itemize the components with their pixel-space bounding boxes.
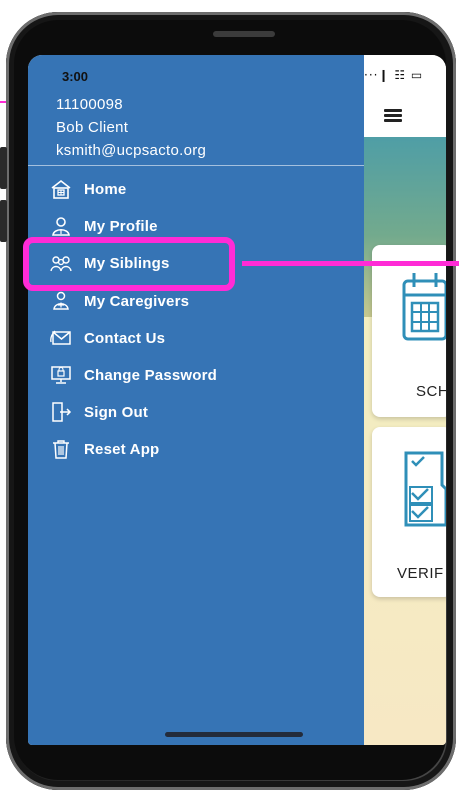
app-status-bar: ···❙ ☷ ▭ — [364, 55, 446, 95]
home-indicator[interactable] — [165, 732, 303, 737]
profile-icon — [50, 215, 72, 237]
app-header — [364, 95, 446, 137]
drawer-divider — [28, 165, 364, 166]
menu-item-home[interactable]: Home — [50, 175, 126, 203]
annotation-callout-line — [242, 261, 459, 266]
volume-up-button — [0, 147, 7, 189]
phone-speaker — [213, 31, 275, 37]
status-icons: ···❙ ☷ ▭ — [364, 68, 424, 82]
schedule-card-label: SCH — [416, 383, 446, 400]
trash-icon — [50, 438, 72, 460]
menu-item-label: Sign Out — [84, 403, 149, 421]
menu-item-sign-out[interactable]: Sign Out — [50, 398, 148, 426]
phone-screen: ···❙ ☷ ▭ SCH VERIF 3:00 11100098 Bob Cli… — [28, 55, 446, 745]
navigation-drawer: 3:00 11100098 Bob Client ksmith@ucpsacto… — [28, 55, 364, 745]
menu-item-label: Home — [84, 180, 127, 198]
menu-item-change-password[interactable]: Change Password — [50, 361, 217, 389]
volume-down-button — [0, 200, 7, 242]
checklist-icon — [404, 451, 446, 527]
menu-item-reset-app[interactable]: Reset App — [50, 435, 159, 463]
user-name: Bob Client — [56, 119, 129, 136]
status-time: 3:00 — [62, 69, 89, 84]
menu-item-contact-us[interactable]: Contact Us — [50, 324, 165, 352]
computer-icon — [50, 364, 72, 386]
verify-card[interactable]: VERIF — [372, 427, 446, 597]
sign-out-icon — [50, 401, 72, 423]
hamburger-menu-icon[interactable] — [384, 109, 402, 123]
verify-card-label: VERIF — [397, 565, 444, 582]
menu-item-label: Change Password — [84, 366, 218, 384]
phone-mockup-stage: ···❙ ☷ ▭ SCH VERIF 3:00 11100098 Bob Cli… — [0, 0, 459, 798]
mail-icon — [50, 327, 72, 349]
calendar-icon — [402, 273, 446, 341]
schedule-card[interactable]: SCH — [372, 245, 446, 417]
home-icon — [50, 178, 72, 200]
user-id: 11100098 — [56, 96, 123, 113]
menu-item-label: My Caregivers — [84, 292, 190, 310]
app-main-content: ···❙ ☷ ▭ SCH VERIF — [364, 55, 446, 745]
user-email: ksmith@ucpsacto.org — [56, 142, 207, 159]
menu-item-label: My Profile — [84, 217, 158, 235]
annotation-highlight-box — [23, 237, 235, 291]
menu-item-label: Contact Us — [84, 329, 166, 347]
menu-item-my-caregivers[interactable]: My Caregivers — [50, 287, 189, 315]
menu-item-my-profile[interactable]: My Profile — [50, 212, 158, 240]
menu-item-label: Reset App — [84, 440, 160, 458]
caregivers-icon — [50, 290, 72, 312]
